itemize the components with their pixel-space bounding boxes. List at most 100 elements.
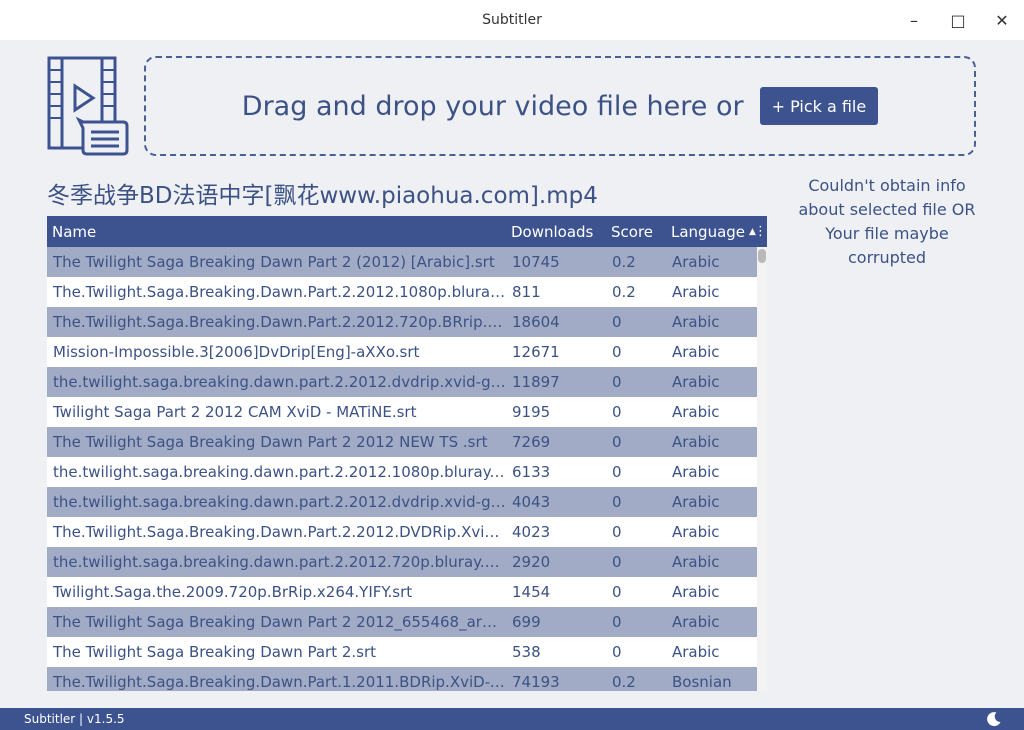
cell-language: Arabic [672, 343, 720, 361]
column-header-name[interactable]: Name [47, 223, 506, 241]
cell-downloads: 74193 [512, 673, 560, 691]
cell-downloads: 699 [512, 613, 541, 631]
version-label: Subtitler | v1.5.5 [24, 712, 125, 726]
cell-name: Twilight.Saga.the.2009.720p.BrRip.x264.Y… [53, 583, 413, 601]
selected-file-name: 冬季战争BD法语中字[飘花www.piaohua.com].mp4 [47, 183, 598, 209]
cell-name: The.Twilight.Saga.Breaking.Dawn.Part.2.2… [53, 283, 506, 301]
table-row[interactable]: Mission-Impossible.3[2006]DvDrip[Eng]-aX… [47, 337, 757, 367]
cell-downloads: 4023 [512, 523, 551, 541]
close-button[interactable]: ✕ [980, 0, 1024, 40]
window-controls: – □ ✕ [892, 0, 1024, 40]
table-row[interactable]: the.twilight.saga.breaking.dawn.part.2.2… [47, 367, 757, 397]
cell-name: Twilight Saga Part 2 2012 CAM XviD - MAT… [53, 403, 417, 421]
cell-language: Arabic [672, 283, 720, 301]
cell-downloads: 11897 [512, 373, 560, 391]
column-menu-icon[interactable]: ⋮ [754, 224, 767, 239]
cell-language: Arabic [672, 643, 720, 661]
table-row[interactable]: The.Twilight.Saga.Breaking.Dawn.Part.2.2… [47, 307, 757, 337]
cell-score: 0 [612, 313, 622, 331]
table-row[interactable]: the.twilight.saga.breaking.dawn.part.2.2… [47, 547, 757, 577]
cell-name: the.twilight.saga.breaking.dawn.part.2.2… [53, 493, 506, 511]
table-row[interactable]: The.Twilight.Saga.Breaking.Dawn.Part.2.2… [47, 277, 757, 307]
maximize-button[interactable]: □ [936, 0, 980, 40]
cell-language: Arabic [672, 313, 720, 331]
cell-name: The Twilight Saga Breaking Dawn Part 2 2… [53, 613, 506, 631]
table-header: Name Downloads Score Language ▲ ⋮ [47, 216, 767, 247]
cell-name: The.Twilight.Saga.Breaking.Dawn.Part.2.2… [53, 313, 506, 331]
minimize-button[interactable]: – [892, 0, 936, 40]
window-title: Subtitler [482, 12, 542, 28]
cell-name: the.twilight.saga.breaking.dawn.part.2.2… [53, 373, 506, 391]
status-bar: Subtitler | v1.5.5 [0, 708, 1024, 730]
cell-score: 0 [612, 553, 622, 571]
scrollbar-thumb[interactable] [758, 249, 766, 263]
pick-file-button[interactable]: + Pick a file [759, 87, 879, 125]
main-content: Drag and drop your video file here or + … [0, 40, 1024, 708]
table-row[interactable]: The Twilight Saga Breaking Dawn Part 2 2… [47, 607, 757, 637]
cell-language: Arabic [672, 553, 720, 571]
cell-score: 0 [612, 463, 622, 481]
cell-name: The.Twilight.Saga.Breaking.Dawn.Part.2.2… [53, 523, 506, 541]
cell-language: Arabic [672, 523, 720, 541]
cell-downloads: 538 [512, 643, 541, 661]
table-scrollbar[interactable] [757, 247, 767, 691]
table-row[interactable]: The Twilight Saga Breaking Dawn Part 2 (… [47, 247, 757, 277]
moon-icon[interactable] [986, 711, 1002, 727]
cell-language: Bosnian [672, 673, 732, 691]
cell-downloads: 2920 [512, 553, 551, 571]
cell-name: Mission-Impossible.3[2006]DvDrip[Eng]-aX… [53, 343, 420, 361]
table-row[interactable]: The Twilight Saga Breaking Dawn Part 2.s… [47, 637, 757, 667]
cell-name: The Twilight Saga Breaking Dawn Part 2 2… [53, 433, 488, 451]
title-bar: Subtitler – □ ✕ [0, 0, 1024, 40]
cell-score: 0.2 [612, 253, 636, 271]
subtitles-table: Name Downloads Score Language ▲ ⋮ The Tw… [47, 216, 767, 691]
cell-score: 0 [612, 643, 622, 661]
cell-score: 0 [612, 523, 622, 541]
file-dropzone[interactable]: Drag and drop your video file here or + … [144, 56, 976, 156]
video-subtitle-icon [47, 56, 129, 156]
cell-downloads: 18604 [512, 313, 560, 331]
column-header-downloads[interactable]: Downloads [506, 223, 606, 241]
cell-language: Arabic [672, 463, 720, 481]
cell-language: Arabic [672, 253, 720, 271]
cell-score: 0 [612, 493, 622, 511]
cell-language: Arabic [672, 493, 720, 511]
cell-downloads: 12671 [512, 343, 560, 361]
cell-score: 0.2 [612, 673, 636, 691]
file-info-message: Couldn't obtain info about selected file… [798, 176, 976, 267]
table-row[interactable]: The.Twilight.Saga.Breaking.Dawn.Part.1.2… [47, 667, 757, 691]
cell-score: 0 [612, 613, 622, 631]
column-header-language[interactable]: Language ▲ [666, 222, 756, 241]
table-row[interactable]: Twilight.Saga.the.2009.720p.BrRip.x264.Y… [47, 577, 757, 607]
cell-name: The.Twilight.Saga.Breaking.Dawn.Part.1.2… [53, 673, 506, 691]
cell-language: Arabic [672, 583, 720, 601]
cell-score: 0 [612, 373, 622, 391]
cell-name: The Twilight Saga Breaking Dawn Part 2.s… [53, 643, 377, 661]
table-body: The Twilight Saga Breaking Dawn Part 2 (… [47, 247, 767, 691]
cell-name: The Twilight Saga Breaking Dawn Part 2 (… [53, 253, 495, 271]
cell-downloads: 1454 [512, 583, 551, 601]
table-row[interactable]: The.Twilight.Saga.Breaking.Dawn.Part.2.2… [47, 517, 757, 547]
cell-score: 0.2 [612, 283, 636, 301]
cell-language: Arabic [672, 613, 720, 631]
column-header-score[interactable]: Score [606, 223, 666, 241]
cell-name: the.twilight.saga.breaking.dawn.part.2.2… [53, 553, 506, 571]
table-row[interactable]: the.twilight.saga.breaking.dawn.part.2.2… [47, 457, 757, 487]
cell-language: Arabic [672, 433, 720, 451]
column-header-language-label: Language [671, 222, 746, 241]
cell-downloads: 6133 [512, 463, 551, 481]
dropzone-text: Drag and drop your video file here or [241, 90, 744, 122]
table-row[interactable]: Twilight Saga Part 2 2012 CAM XviD - MAT… [47, 397, 757, 427]
cell-name: the.twilight.saga.breaking.dawn.part.2.2… [53, 463, 506, 481]
cell-downloads: 7269 [512, 433, 551, 451]
cell-score: 0 [612, 583, 622, 601]
cell-language: Arabic [672, 403, 720, 421]
cell-score: 0 [612, 403, 622, 421]
table-row[interactable]: the.twilight.saga.breaking.dawn.part.2.2… [47, 487, 757, 517]
cell-downloads: 4043 [512, 493, 551, 511]
table-row[interactable]: The Twilight Saga Breaking Dawn Part 2 2… [47, 427, 757, 457]
cell-downloads: 811 [512, 283, 541, 301]
cell-score: 0 [612, 433, 622, 451]
cell-downloads: 9195 [512, 403, 551, 421]
cell-score: 0 [612, 343, 622, 361]
